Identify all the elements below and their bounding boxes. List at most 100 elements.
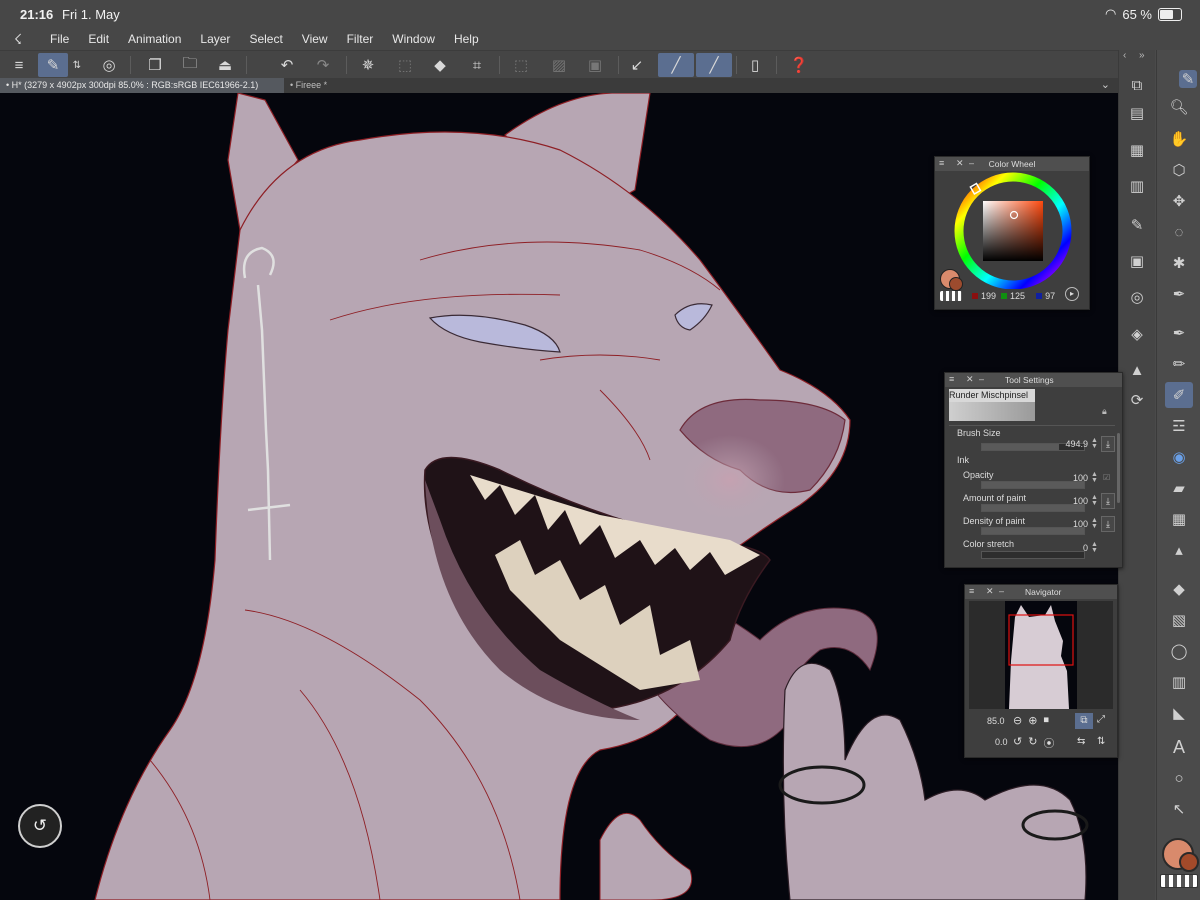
sub-view-icon[interactable]: ▤ — [1123, 100, 1151, 126]
loading-icon[interactable]: ✵ — [353, 53, 383, 77]
stop-icon[interactable]: ⏹ — [1043, 714, 1049, 727]
frame-icon[interactable]: ▥ — [1165, 669, 1193, 695]
sub-color-chip[interactable] — [949, 277, 963, 291]
download-icon[interactable]: ⤓ — [1101, 436, 1115, 452]
record-icon[interactable]: ◎ — [94, 53, 124, 77]
minimize-icon[interactable]: – — [979, 374, 984, 384]
transform-icon[interactable]: ⌗ — [462, 53, 492, 77]
snap-grid-icon[interactable]: ╱ — [696, 53, 732, 77]
help-icon[interactable]: ❓ — [784, 53, 814, 77]
open-folder-icon[interactable]: 🗀 — [175, 53, 205, 77]
navigator-icon[interactable]: ◎ — [1123, 284, 1151, 310]
device-icon[interactable]: ▯ — [740, 53, 770, 77]
stepper-icon[interactable]: ▲ ▼ — [1091, 517, 1098, 530]
transparent-chip-icon[interactable] — [940, 291, 962, 301]
clear-selection-icon[interactable]: ⬚ — [506, 53, 536, 77]
ellipse-icon[interactable]: ◯ — [1165, 638, 1193, 664]
flip-vertical-icon[interactable]: ⇅ — [1097, 736, 1105, 747]
menu-layer[interactable]: Layer — [200, 32, 230, 46]
minimize-icon[interactable]: – — [999, 586, 1004, 596]
menu-select[interactable]: Select — [249, 32, 282, 46]
new-file-icon[interactable]: ❐ — [140, 53, 170, 77]
eyedropper-icon[interactable]: ✒ — [1165, 281, 1193, 307]
chevron-left-icon[interactable]: ‹ — [1123, 50, 1126, 61]
updown-arrows-icon[interactable]: ⇅ — [68, 53, 86, 77]
snap-special-ruler-icon[interactable]: ╱ — [658, 53, 694, 77]
text-icon[interactable]: A — [1165, 734, 1193, 760]
zoom-out-icon[interactable]: ⊖ — [1013, 714, 1022, 727]
move-icon[interactable]: ✥ — [1165, 188, 1193, 214]
invert-selection-icon[interactable]: ▨ — [544, 53, 574, 77]
grip-icon[interactable]: ≡ — [969, 586, 974, 596]
brush-settings-icon[interactable]: ✎ — [1123, 212, 1151, 238]
app-logo-icon[interactable]: ☇ — [14, 31, 36, 48]
quick-access-icon[interactable]: ↺ — [18, 804, 62, 848]
decoration-icon[interactable]: ◉ — [1165, 444, 1193, 470]
menu-help[interactable]: Help — [454, 32, 479, 46]
rotate-right-icon[interactable]: ↻ — [1028, 735, 1037, 751]
sub-color-swatch[interactable] — [1179, 852, 1199, 872]
pencil-icon[interactable]: ✏ — [1165, 351, 1193, 377]
fill-bucket-icon[interactable]: ◆ — [1165, 576, 1193, 602]
menu-view[interactable]: View — [302, 32, 328, 46]
menu-animation[interactable]: Animation — [128, 32, 181, 46]
stretch-value[interactable]: 0 — [1048, 543, 1088, 553]
amount-value[interactable]: 100 — [1048, 496, 1088, 506]
hamburger-menu-icon[interactable]: ≡ — [4, 53, 34, 77]
brush-mini-icon[interactable]: ✎ — [1179, 70, 1197, 88]
brush-preview[interactable]: Runder Mischpinsel — [949, 389, 1035, 421]
rotation-value[interactable]: 0.0 — [995, 737, 1008, 747]
tab-document-fireee[interactable]: • Fireee * — [284, 78, 333, 93]
download-icon[interactable]: ⤓ — [1101, 516, 1115, 532]
checkbox-icon[interactable]: ☑ — [1103, 473, 1110, 482]
hand-icon[interactable]: ✋ — [1165, 126, 1193, 152]
selection-border-icon[interactable]: ▣ — [580, 53, 610, 77]
history-icon[interactable]: ⟳ — [1123, 387, 1151, 413]
stepper-icon[interactable]: ▲ ▼ — [1091, 541, 1098, 554]
lasso-select-icon[interactable]: ◌ — [1165, 219, 1193, 245]
pen-icon[interactable]: ✒ — [1165, 320, 1193, 346]
brush-icon[interactable]: ✐ — [1165, 382, 1193, 408]
deselect-icon[interactable]: ⬚ — [390, 53, 420, 77]
density-value[interactable]: 100 — [1048, 519, 1088, 529]
double-chevron-right-icon[interactable]: » — [1139, 50, 1145, 61]
transparent-color-icon[interactable] — [1160, 874, 1198, 888]
timeline-icon[interactable]: ▥ — [1123, 173, 1151, 199]
close-icon[interactable]: ✕ — [966, 374, 974, 385]
undo-icon[interactable]: ↶ — [272, 53, 302, 77]
menu-filter[interactable]: Filter — [347, 32, 374, 46]
opacity-value[interactable]: 100 — [1048, 473, 1088, 483]
image-icon[interactable]: ▣ — [1123, 248, 1151, 274]
magic-wand-icon[interactable]: ✱ — [1165, 250, 1193, 276]
color-settings-icon[interactable]: ▸ — [1065, 287, 1079, 301]
navigator-preview[interactable] — [969, 601, 1113, 709]
lock-icon[interactable]: 🔒︎ — [1102, 406, 1107, 417]
fill-icon[interactable]: ◆ — [425, 53, 455, 77]
correct-line-icon[interactable]: ↖ — [1165, 796, 1193, 822]
balloon-icon[interactable]: ○ — [1165, 765, 1193, 791]
blend-icon[interactable]: ▴ — [1165, 537, 1193, 563]
grid-icon[interactable]: ▦ — [1165, 506, 1193, 532]
color-wheel[interactable] — [935, 171, 1089, 289]
redo-icon[interactable]: ↷ — [308, 53, 338, 77]
brush-size-value[interactable]: 494.9 — [1048, 439, 1088, 449]
layers-icon[interactable]: ◈ — [1123, 321, 1151, 347]
stepper-icon[interactable]: ▲ ▼ — [1091, 471, 1098, 484]
3d-cube-icon[interactable]: ⬡ — [1165, 157, 1193, 183]
layer-properties-icon[interactable]: ⧉ — [1123, 72, 1151, 98]
download-icon[interactable]: ⤓ — [1101, 493, 1115, 509]
close-icon[interactable]: ✕ — [986, 586, 994, 597]
chevron-down-icon[interactable]: ⌄ — [1101, 78, 1110, 91]
eraser-icon[interactable]: ▰ — [1165, 475, 1193, 501]
color-icon[interactable]: ▲ — [1123, 357, 1151, 383]
tab-document-h[interactable]: • H* (3279 x 4902px 300dpi 85.0% : RGB:s… — [0, 78, 284, 93]
ruler-icon[interactable]: ◣ — [1165, 700, 1193, 726]
stepper-icon[interactable]: ▲ ▼ — [1091, 437, 1098, 450]
gradient-icon[interactable]: ▧ — [1165, 607, 1193, 633]
airbrush-icon[interactable]: ☲ — [1165, 413, 1193, 439]
rotate-left-icon[interactable]: ↺ — [1013, 735, 1022, 751]
scrollbar[interactable] — [1117, 433, 1120, 503]
material-icon[interactable]: ▦ — [1123, 137, 1151, 163]
ruler-snap-icon[interactable]: ↙ — [622, 53, 652, 77]
fit-window-icon[interactable]: ⧉ — [1075, 713, 1093, 729]
